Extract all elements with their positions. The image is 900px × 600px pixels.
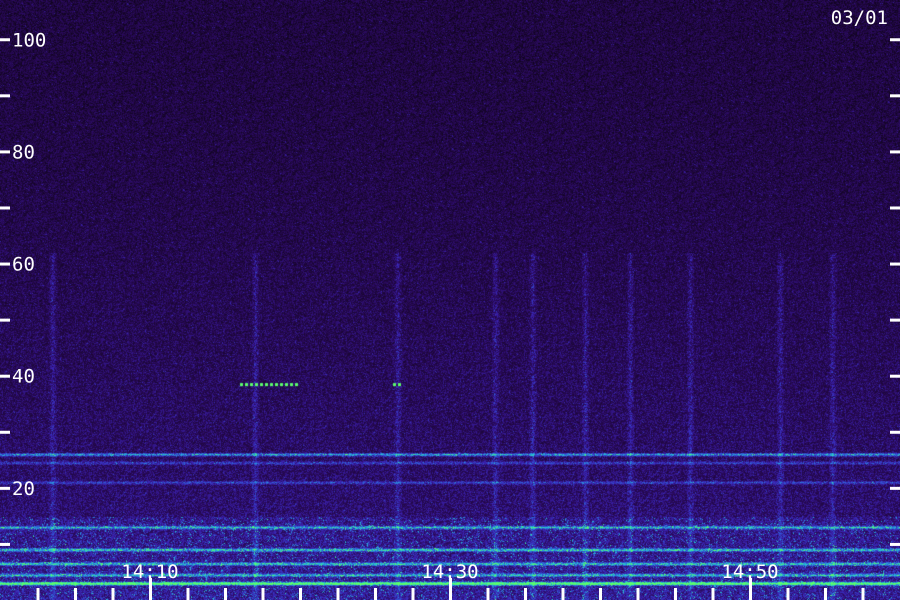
x-minor-tick (861, 588, 865, 600)
x-minor-tick (636, 588, 640, 600)
y-tick-mark-left (0, 38, 10, 42)
x-minor-tick (599, 588, 602, 600)
x-minor-tick (411, 588, 415, 600)
x-minor-tick (299, 588, 302, 600)
x-minor-tick (374, 588, 377, 600)
x-minor-tick (674, 588, 677, 600)
x-minor-tick (711, 588, 715, 600)
y-minor-tick-left (0, 318, 10, 322)
y-tick-label: 20 (12, 478, 35, 500)
y-tick-mark-right (890, 38, 900, 42)
y-minor-tick-right (890, 430, 900, 434)
y-tick-mark-left (0, 486, 10, 490)
y-minor-tick-right (890, 94, 900, 98)
x-axis-ticks: 14:10 14:30 14:50 (36, 561, 865, 600)
y-tick-mark-left (0, 262, 10, 266)
y-tick-label: 100 (12, 29, 46, 51)
y-minor-tick-right (890, 542, 900, 546)
y-tick-mark-right (890, 262, 900, 266)
y-minor-tick-left (0, 94, 10, 98)
x-minor-tick (261, 588, 265, 600)
y-minor-tick-left (0, 430, 10, 434)
y-tick-label: 40 (12, 366, 35, 388)
x-minor-tick (224, 588, 227, 600)
spectrogram-axes-overlay: 20 40 60 80 100 14:10 14:30 14:50 03/01 (0, 7, 900, 600)
y-minor-tick-left (0, 206, 10, 210)
x-minor-tick (486, 588, 490, 600)
x-minor-tick (786, 588, 790, 600)
y-minor-tick-right (890, 318, 900, 322)
y-tick-mark-left (0, 374, 10, 378)
y-minor-tick-right (890, 206, 900, 210)
x-tick-label: 14:50 (721, 561, 778, 583)
y-tick-label: 80 (12, 141, 35, 163)
x-minor-tick (74, 588, 77, 600)
y-tick-mark-right (890, 486, 900, 490)
y-axis-ticks: 20 40 60 80 100 (0, 29, 900, 546)
x-tick-label: 14:10 (121, 561, 178, 583)
x-minor-tick (111, 588, 115, 600)
x-minor-tick (561, 588, 565, 600)
x-minor-tick (36, 588, 40, 600)
x-minor-tick (824, 588, 827, 600)
y-tick-mark-left (0, 150, 10, 154)
x-minor-tick (186, 588, 190, 600)
x-minor-tick (336, 588, 340, 600)
date-label: 03/01 (831, 7, 888, 29)
x-tick-label: 14:30 (421, 561, 478, 583)
y-minor-tick-left (0, 542, 10, 546)
y-tick-label: 60 (12, 254, 35, 276)
x-minor-tick (524, 588, 527, 600)
y-tick-mark-right (890, 150, 900, 154)
y-tick-mark-right (890, 374, 900, 378)
